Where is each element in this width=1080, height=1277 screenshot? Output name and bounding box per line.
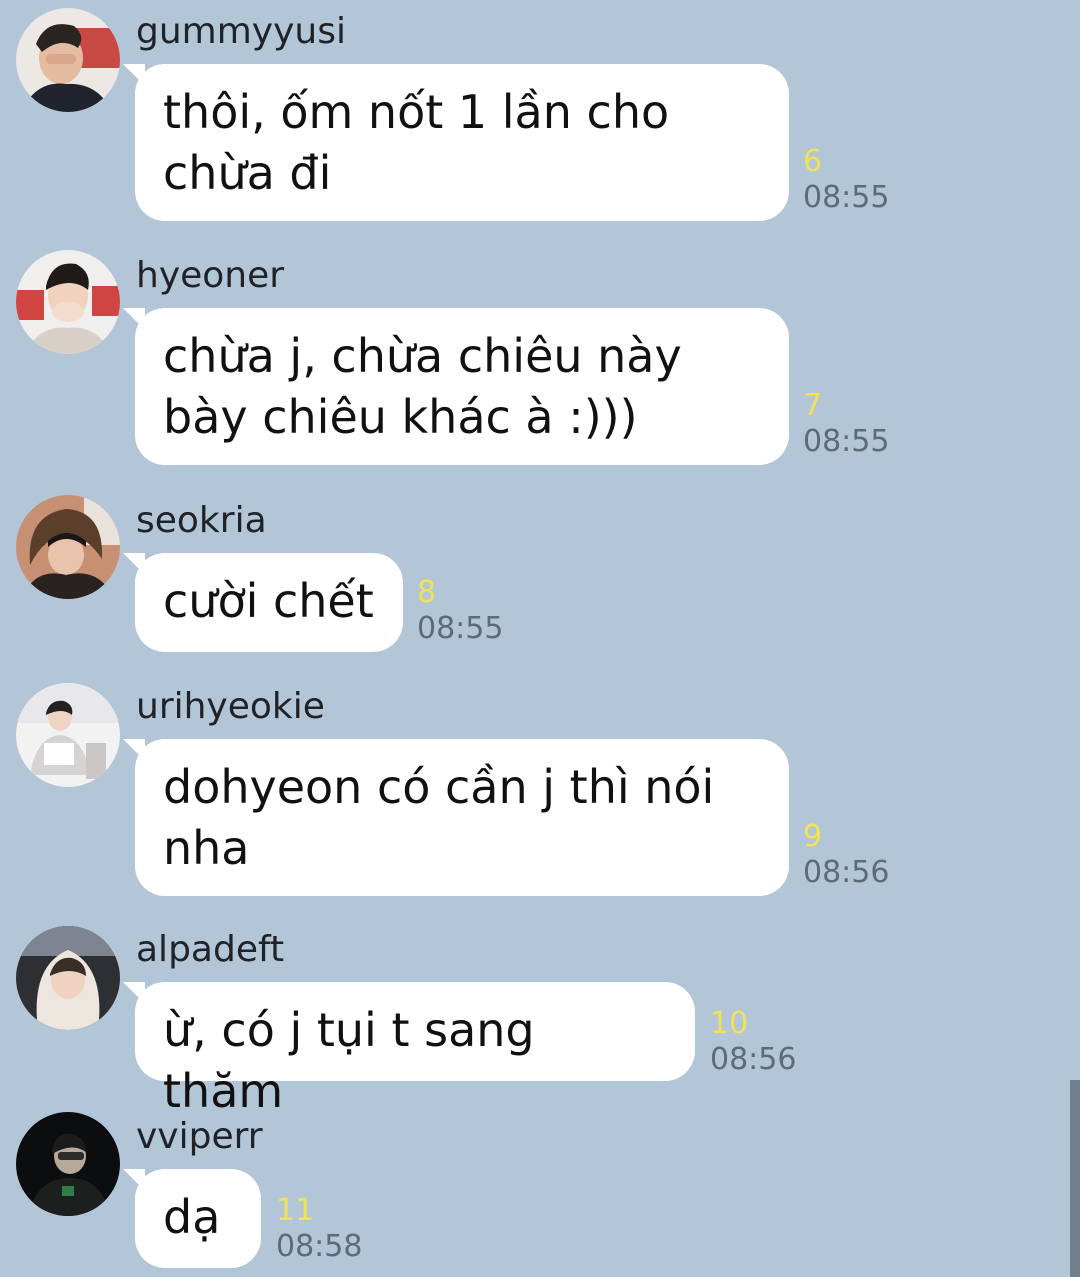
read-count: 7 xyxy=(803,388,823,423)
message-text: chừa j, chừa chiêu này bày chiêu khác à … xyxy=(163,329,682,444)
user-avatar[interactable] xyxy=(16,926,120,1030)
user-avatar[interactable] xyxy=(16,1112,120,1216)
avatar-photo-icon xyxy=(16,8,120,112)
message-meta: 6 08:55 xyxy=(803,144,889,216)
message-text: dohyeon có cần j thì nói nha xyxy=(163,760,715,875)
avatar-photo-icon xyxy=(16,926,120,1030)
sender-name[interactable]: alpadeft xyxy=(136,930,284,970)
sender-name[interactable]: seokria xyxy=(136,501,267,541)
read-count: 11 xyxy=(276,1193,315,1228)
sender-name[interactable]: vviperr xyxy=(136,1117,263,1157)
message-bubble[interactable]: dạ xyxy=(123,1169,261,1268)
message-time: 08:56 xyxy=(803,855,890,890)
message-bubble[interactable]: chừa j, chừa chiêu này bày chiêu khác à … xyxy=(123,308,789,465)
scrollbar[interactable] xyxy=(1070,1080,1080,1277)
avatar-photo-icon xyxy=(16,1112,120,1216)
message-time: 08:55 xyxy=(417,611,504,646)
avatar-photo-icon xyxy=(16,495,120,599)
message-time: 08:55 xyxy=(803,180,890,215)
message-meta: 9 08:56 xyxy=(803,819,889,891)
message-bubble[interactable]: ừ, có j tụi t sang thăm xyxy=(123,982,695,1118)
user-avatar[interactable] xyxy=(16,250,120,354)
user-avatar[interactable] xyxy=(16,8,120,112)
message-bubble[interactable]: dohyeon có cần j thì nói nha xyxy=(123,739,789,896)
read-count: 6 xyxy=(803,144,823,179)
message-bubble[interactable]: thôi, ốm nốt 1 lần cho chừa đi xyxy=(123,64,789,221)
message-meta: 8 08:55 xyxy=(417,575,503,647)
read-count: 10 xyxy=(710,1006,749,1041)
avatar-photo-icon xyxy=(16,250,120,354)
message-bubble[interactable]: cười chết xyxy=(123,553,403,652)
sender-name[interactable]: hyeoner xyxy=(136,256,284,296)
message-text: cười chết xyxy=(163,574,374,628)
message-text: dạ xyxy=(163,1190,221,1244)
avatar-photo-icon xyxy=(16,683,120,787)
message-meta: 11 08:58 xyxy=(276,1193,362,1265)
message-time: 08:56 xyxy=(710,1042,797,1077)
message-meta: 7 08:55 xyxy=(803,388,889,460)
user-avatar[interactable] xyxy=(16,683,120,787)
chat-message-list[interactable]: gummyyusi thôi, ốm nốt 1 lần cho chừa đi… xyxy=(0,0,1080,1277)
sender-name[interactable]: gummyyusi xyxy=(136,12,346,52)
message-text: ừ, có j tụi t sang thăm xyxy=(163,1003,535,1118)
message-time: 08:55 xyxy=(803,424,890,459)
message-text: thôi, ốm nốt 1 lần cho chừa đi xyxy=(163,85,670,200)
message-time: 08:58 xyxy=(276,1229,363,1264)
sender-name[interactable]: urihyeokie xyxy=(136,687,325,727)
user-avatar[interactable] xyxy=(16,495,120,599)
read-count: 8 xyxy=(417,575,437,610)
read-count: 9 xyxy=(803,819,823,854)
message-meta: 10 08:56 xyxy=(710,1006,796,1078)
